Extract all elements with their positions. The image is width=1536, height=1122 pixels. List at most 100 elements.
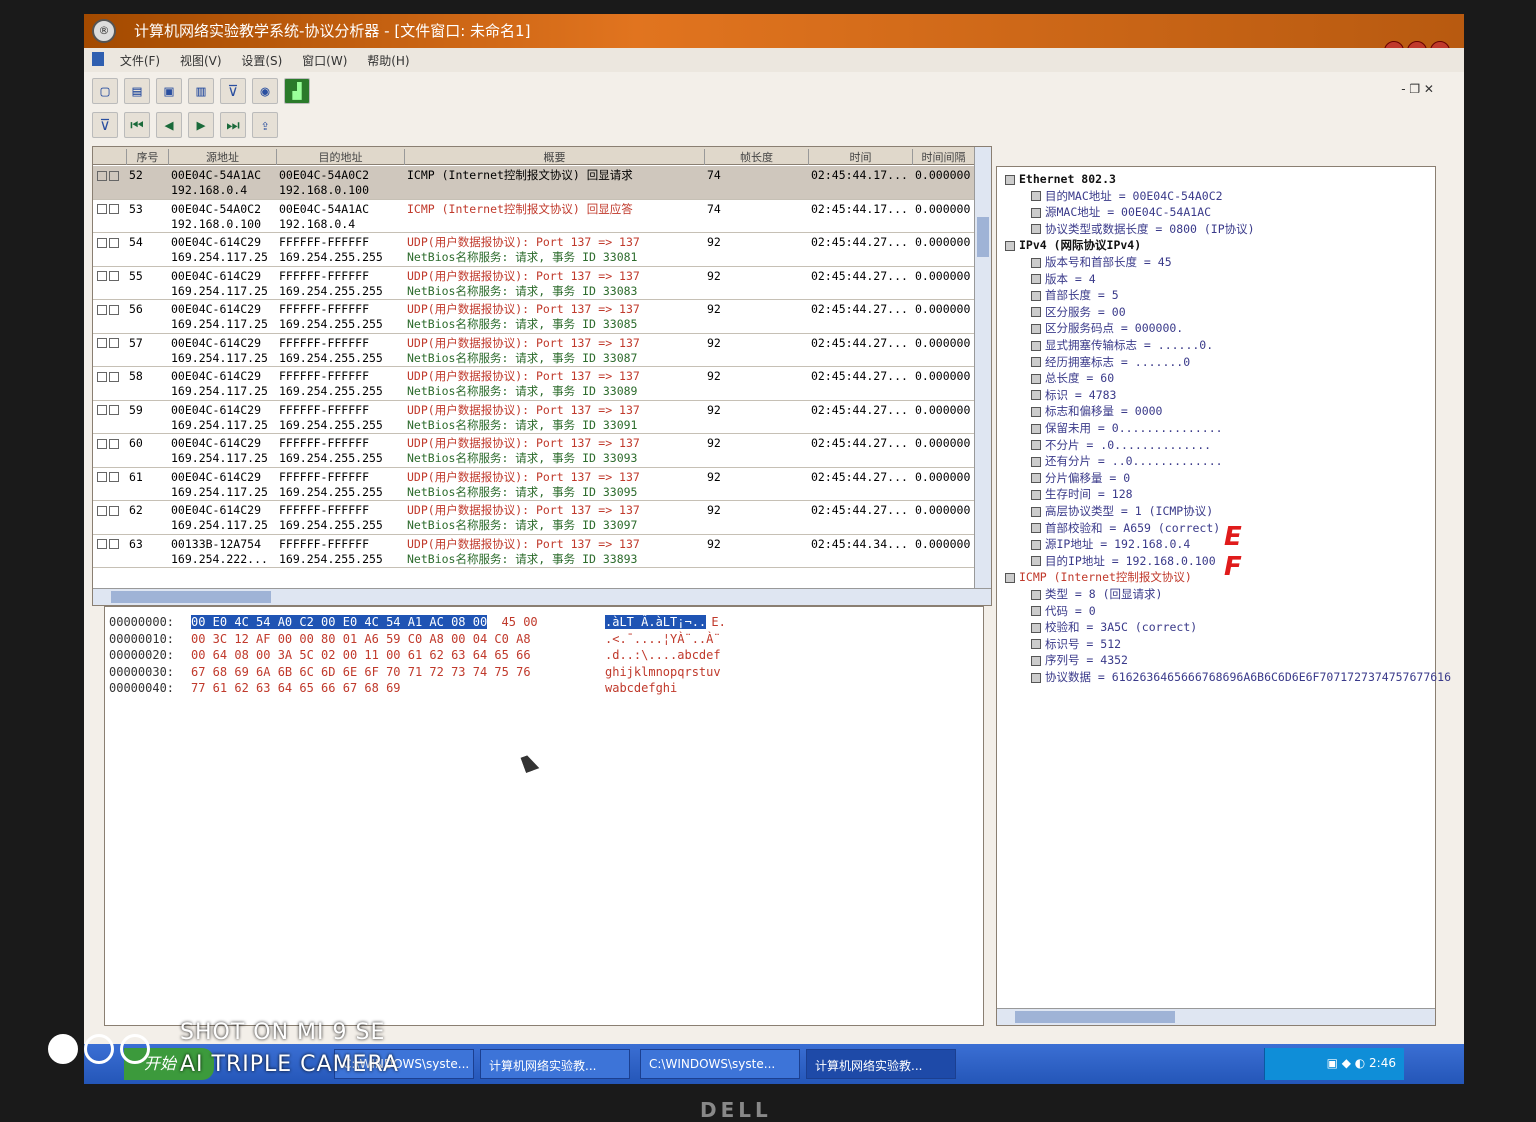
tree-field[interactable]: 区分服务码点 = 000000.: [1031, 320, 1183, 336]
packet-row[interactable]: 60 00E04C-614C29 169.254.117.25 FFFFFF-FFFF…: [93, 434, 975, 468]
first-packet-icon[interactable]: ⏮: [124, 112, 150, 138]
packet-row[interactable]: 57 00E04C-614C29 169.254.117.25 FFFFFF-FFFF…: [93, 334, 975, 367]
tree-hscroll[interactable]: [997, 1008, 1435, 1025]
packet-row[interactable]: 52 00E04C-54A1AC 192.168.0.4 00E04C-54A0C2 1…: [93, 166, 975, 200]
prev-packet-icon[interactable]: ◀: [156, 112, 182, 138]
row-checkboxes[interactable]: [95, 334, 127, 367]
row-checkboxes[interactable]: [95, 501, 127, 534]
tree-field[interactable]: 还有分片 = ..0.............: [1031, 453, 1223, 469]
col-number[interactable]: 序号: [127, 149, 169, 165]
mark-checkbox[interactable]: [97, 271, 107, 281]
tree-field[interactable]: 校验和 = 3A5C (correct): [1031, 619, 1197, 635]
palette-icon[interactable]: ◉: [252, 78, 278, 104]
expand-checkbox[interactable]: [109, 237, 119, 248]
packet-row[interactable]: 63 00133B-12A754 169.254.222... FFFFFF-FFFF…: [93, 535, 975, 568]
row-checkboxes[interactable]: [95, 267, 127, 300]
packet-row[interactable]: 58 00E04C-614C29 169.254.117.25 FFFFFF-FFFF…: [93, 367, 975, 401]
save-icon[interactable]: ▣: [156, 78, 182, 104]
mark-checkbox[interactable]: [97, 472, 107, 482]
col-interval[interactable]: 时间间隔: [913, 149, 975, 165]
tree-field[interactable]: 标识 = 4783: [1031, 387, 1116, 403]
tree-protocol-node[interactable]: IPv4 (网际协议IPv4): [1005, 237, 1141, 253]
expand-checkbox[interactable]: [109, 438, 119, 449]
expand-checkbox[interactable]: [109, 304, 119, 315]
tree-field[interactable]: 经历拥塞标志 = .......0: [1031, 354, 1190, 370]
row-checkboxes[interactable]: [95, 468, 127, 501]
tree-field[interactable]: 标志和偏移量 = 0000: [1031, 403, 1162, 419]
mdi-controls[interactable]: - ❐ ✕: [1401, 82, 1434, 96]
tree-field[interactable]: 目的IP地址 = 192.168.0.100: [1031, 553, 1216, 569]
col-source[interactable]: 源地址: [169, 149, 277, 165]
tray-icons[interactable]: ▣ ◆ ◐: [1327, 1056, 1369, 1070]
open-folder-icon[interactable]: ▤: [124, 78, 150, 104]
tree-field[interactable]: 首部校验和 = A659 (correct): [1031, 520, 1220, 536]
mark-checkbox[interactable]: [97, 438, 107, 449]
new-file-icon[interactable]: ▢: [92, 78, 118, 104]
packet-row[interactable]: 53 00E04C-54A0C2 192.168.0.100 00E04C-54A1A…: [93, 200, 975, 233]
expand-checkbox[interactable]: [109, 170, 119, 181]
last-packet-icon[interactable]: ⏭: [220, 112, 246, 138]
tree-field[interactable]: 标识号 = 512: [1031, 636, 1121, 652]
tree-field[interactable]: 不分片 = .0..............: [1031, 437, 1211, 453]
packet-list-vscroll[interactable]: [974, 147, 991, 589]
mark-checkbox[interactable]: [97, 505, 107, 516]
menu-settings[interactable]: 设置(S): [233, 48, 290, 73]
row-checkboxes[interactable]: [95, 300, 127, 333]
expand-checkbox[interactable]: [109, 338, 119, 348]
task-analyzer-1[interactable]: 计算机网络实验教...: [480, 1049, 630, 1079]
expand-checkbox[interactable]: [109, 405, 119, 415]
tree-field[interactable]: 协议类型或数据长度 = 0800 (IP协议): [1031, 221, 1255, 237]
tree-field[interactable]: 显式拥塞传输标志 = ......0.: [1031, 337, 1213, 353]
tree-field[interactable]: 版本 = 4: [1031, 271, 1096, 287]
tree-protocol-node[interactable]: Ethernet 802.3: [1005, 171, 1116, 187]
row-checkboxes[interactable]: [95, 233, 127, 266]
row-checkboxes[interactable]: [95, 434, 127, 467]
tree-field[interactable]: 区分服务 = 00: [1031, 304, 1126, 320]
mark-checkbox[interactable]: [97, 170, 107, 181]
col-destination[interactable]: 目的地址: [277, 149, 405, 165]
tree-field[interactable]: 总长度 = 60: [1031, 370, 1114, 386]
packet-row[interactable]: 56 00E04C-614C29 169.254.117.25 FFFFFF-FFFF…: [93, 300, 975, 334]
tree-field[interactable]: 保留未用 = 0...............: [1031, 420, 1223, 436]
tree-field[interactable]: 目的MAC地址 = 00E04C-54A0C2: [1031, 188, 1223, 204]
next-packet-icon[interactable]: ▶: [188, 112, 214, 138]
expand-checkbox[interactable]: [109, 371, 119, 382]
menu-file[interactable]: 文件(F): [112, 48, 168, 73]
row-checkboxes[interactable]: [95, 367, 127, 400]
mark-checkbox[interactable]: [97, 204, 107, 214]
tree-field[interactable]: 序列号 = 4352: [1031, 652, 1128, 668]
row-checkboxes[interactable]: [95, 166, 127, 199]
tree-field[interactable]: 分片偏移量 = 0: [1031, 470, 1130, 486]
mark-checkbox[interactable]: [97, 304, 107, 315]
packet-row[interactable]: 61 00E04C-614C29 169.254.117.25 FFFFFF-FFFF…: [93, 468, 975, 501]
filter-edit-icon[interactable]: ⊽: [92, 112, 118, 138]
mark-checkbox[interactable]: [97, 539, 107, 549]
tree-field[interactable]: 源IP地址 = 192.168.0.4: [1031, 536, 1190, 552]
expand-checkbox[interactable]: [109, 505, 119, 516]
row-checkboxes[interactable]: [95, 401, 127, 434]
task-analyzer-2[interactable]: 计算机网络实验教...: [806, 1049, 956, 1079]
tree-field[interactable]: 高层协议类型 = 1 (ICMP协议): [1031, 503, 1213, 519]
packet-row[interactable]: 59 00E04C-614C29 169.254.117.25 FFFFFF-FFFF…: [93, 401, 975, 434]
col-time[interactable]: 时间: [809, 149, 913, 165]
expand-checkbox[interactable]: [109, 204, 119, 214]
tree-field[interactable]: 生存时间 = 128: [1031, 486, 1133, 502]
row-checkboxes[interactable]: [95, 200, 127, 233]
mark-checkbox[interactable]: [97, 237, 107, 248]
tree-field[interactable]: 类型 = 8 (回显请求): [1031, 586, 1162, 602]
tree-protocol-node[interactable]: ICMP (Internet控制报文协议): [1005, 569, 1192, 585]
col-summary[interactable]: 概要: [405, 149, 705, 165]
expand-checkbox[interactable]: [109, 271, 119, 281]
menu-help[interactable]: 帮助(H): [359, 48, 417, 73]
tree-field[interactable]: 版本号和首部长度 = 45: [1031, 254, 1172, 270]
expand-checkbox[interactable]: [109, 539, 119, 549]
chart-icon[interactable]: ▟: [284, 78, 310, 104]
mark-checkbox[interactable]: [97, 405, 107, 415]
filter-icon[interactable]: ⊽: [220, 78, 246, 104]
menu-window[interactable]: 窗口(W): [294, 48, 355, 73]
col-frame-length[interactable]: 帧长度: [705, 149, 809, 165]
mark-checkbox[interactable]: [97, 371, 107, 382]
packet-list-hscroll[interactable]: [93, 588, 991, 605]
task-cmd-2[interactable]: C:\WINDOWS\syste...: [640, 1049, 800, 1079]
mark-checkbox[interactable]: [97, 338, 107, 348]
